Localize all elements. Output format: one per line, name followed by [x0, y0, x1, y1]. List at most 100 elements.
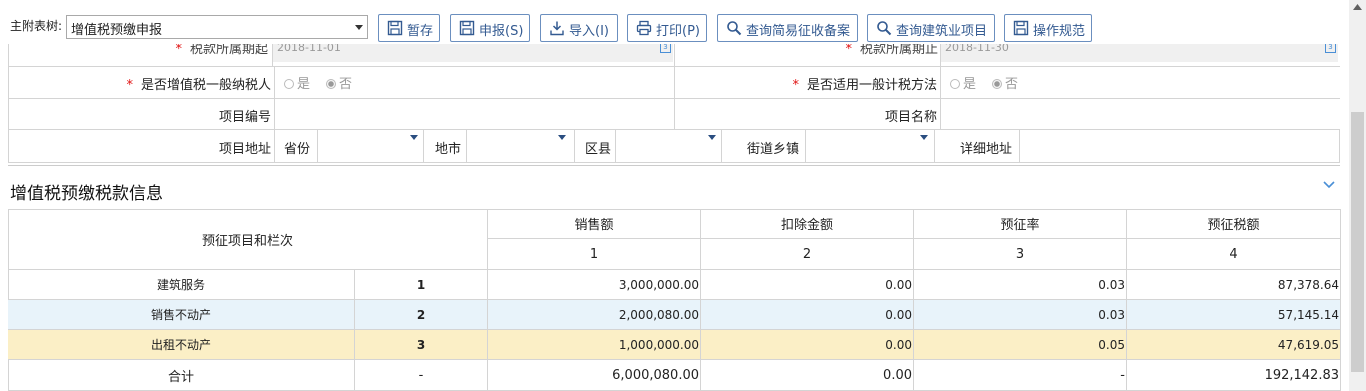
- chevron-down-icon: [558, 135, 566, 140]
- chevron-down-icon: [355, 25, 363, 30]
- city-select[interactable]: [467, 130, 570, 160]
- city-label: 地市: [435, 142, 462, 157]
- column-header-rate: 预征率: [914, 209, 1127, 239]
- section-divider: [8, 165, 1340, 166]
- general-taxpayer-no-radio[interactable]: 否: [326, 73, 352, 92]
- project-info-row: 项目编号 项目名称: [8, 98, 1340, 130]
- toolbar: 主附表树: 增值税预缴申报 暂存 申报(S) 导入(I) 打印(P) 查询简易征…: [0, 0, 1366, 44]
- section-title: 增值税预缴税款信息: [10, 184, 163, 204]
- rate-value: 0.05: [914, 330, 1127, 360]
- total-tax: 192,142.83: [1127, 360, 1341, 391]
- radio-icon: [284, 79, 294, 89]
- period-end-label: * 税款所属期止: [845, 44, 938, 57]
- province-select[interactable]: [318, 130, 422, 160]
- general-taxpayer-yes-radio[interactable]: 是: [284, 73, 310, 92]
- save-button[interactable]: 暂存: [378, 14, 440, 42]
- project-name-label: 项目名称: [884, 110, 937, 125]
- detail-address-input[interactable]: [1020, 130, 1338, 160]
- save-button-label: 暂存: [407, 24, 434, 39]
- import-button[interactable]: 导入(I): [540, 14, 618, 42]
- tax-value: 57,145.14: [1127, 300, 1341, 330]
- prepaid-tax-table: 预征项目和栏次 销售额 扣除金额 预征率 预征税额 1 2 3 4 建筑服务 1…: [8, 209, 1341, 391]
- street-label: 街道乡镇: [747, 142, 800, 157]
- chevron-down-icon: [920, 135, 928, 140]
- column-number-3: 3: [914, 239, 1127, 270]
- column-header-sales: 销售额: [488, 209, 701, 239]
- period-start-label: * 税款所属期起: [175, 44, 268, 57]
- project-no-input[interactable]: [275, 99, 673, 127]
- print-button-label: 打印(P): [656, 24, 700, 39]
- general-taxpayer-label: * 是否增值税一般纳税人: [126, 78, 271, 93]
- taxpayer-type-row: * 是否增值税一般纳税人 是 否 * 是否适用一般计税方法 是 否: [8, 66, 1340, 99]
- deduction-input[interactable]: 0.00: [701, 270, 914, 300]
- deduction-input[interactable]: 0.00: [701, 300, 914, 330]
- tax-value: 47,619.05: [1127, 330, 1341, 360]
- guide-button-label: 操作规范: [1033, 24, 1086, 39]
- chevron-down-icon[interactable]: [1322, 180, 1336, 190]
- detail-address-label: 详细地址: [960, 142, 1013, 157]
- general-method-label: * 是否适用一般计税方法: [792, 78, 937, 93]
- search-icon: [877, 21, 892, 36]
- district-select[interactable]: [616, 130, 720, 160]
- total-rate: -: [914, 360, 1127, 391]
- guide-button[interactable]: 操作规范: [1004, 14, 1092, 42]
- column-number-4: 4: [1127, 239, 1341, 270]
- sales-input[interactable]: 1,000,000.00: [488, 330, 701, 360]
- print-button[interactable]: 打印(P): [627, 14, 707, 42]
- total-number: -: [355, 360, 488, 391]
- rate-value: 0.03: [914, 300, 1127, 330]
- radio-icon: [950, 79, 960, 89]
- query-construction-button[interactable]: 查询建筑业项目: [867, 14, 995, 42]
- district-label: 区县: [585, 142, 612, 157]
- general-method-no-radio[interactable]: 否: [992, 73, 1018, 92]
- total-deduction: 0.00: [701, 360, 914, 391]
- street-select[interactable]: [806, 130, 932, 160]
- rate-value: 0.03: [914, 270, 1127, 300]
- calendar-icon[interactable]: 3: [660, 44, 671, 53]
- general-method-yes-radio[interactable]: 是: [950, 73, 976, 92]
- submit-button-label: 申报(S): [479, 24, 524, 39]
- deduction-input[interactable]: 0.00: [701, 330, 914, 360]
- chevron-down-icon: [410, 135, 418, 140]
- column-number-2: 2: [701, 239, 914, 270]
- floppy-disk-icon: [1013, 20, 1029, 36]
- sales-input[interactable]: 2,000,080.00: [488, 300, 701, 330]
- query-simple-levy-label: 查询简易征收备案: [746, 24, 851, 39]
- printer-icon: [636, 20, 652, 36]
- floppy-disk-icon: [459, 20, 475, 36]
- submit-button[interactable]: 申报(S): [450, 14, 530, 42]
- form-tree-select[interactable]: 增值税预缴申报: [66, 15, 368, 39]
- column-header-deduction: 扣除金额: [701, 209, 914, 239]
- row-number: 2: [355, 300, 488, 330]
- period-row: * 税款所属期起 2018-11-01 3 * 税款所属期止 2018-11-30 3: [8, 44, 1340, 67]
- row-name: 销售不动产: [8, 300, 355, 330]
- project-address-label: 项目地址: [218, 142, 271, 157]
- column-header-item: 预征项目和栏次: [8, 209, 488, 270]
- radio-selected-icon: [326, 79, 336, 89]
- row-name: 建筑服务: [8, 270, 355, 300]
- search-icon: [727, 21, 742, 36]
- radio-selected-icon: [992, 79, 1002, 89]
- calendar-icon[interactable]: 3: [1325, 44, 1336, 53]
- row-number: 1: [355, 270, 488, 300]
- import-download-icon: [550, 21, 564, 36]
- query-simple-levy-button[interactable]: 查询简易征收备案: [717, 14, 858, 42]
- column-number-1: 1: [488, 239, 701, 270]
- chevron-down-icon: [708, 135, 716, 140]
- project-name-input[interactable]: [941, 99, 1339, 127]
- import-button-label: 导入(I): [569, 24, 609, 39]
- period-start-field: 2018-11-01 3: [273, 44, 673, 62]
- scroll-up-arrow-icon[interactable]: [1353, 4, 1362, 10]
- query-construction-label: 查询建筑业项目: [896, 24, 988, 39]
- sales-input[interactable]: 3,000,000.00: [488, 270, 701, 300]
- total-label: 合计: [8, 360, 355, 391]
- province-label: 省份: [284, 142, 311, 157]
- period-end-field: 2018-11-30 3: [941, 44, 1338, 62]
- form-tree-label: 主附表树:: [10, 19, 63, 33]
- form-tree-select-value: 增值税预缴申报: [71, 23, 163, 38]
- tax-value: 87,378.64: [1127, 270, 1341, 300]
- floppy-disk-icon: [387, 20, 403, 36]
- row-number: 3: [355, 330, 488, 360]
- project-address-row: 项目地址 省份 地市 区县 街道乡镇 详细地址: [8, 129, 1340, 163]
- scrollbar-thumb[interactable]: [1351, 112, 1364, 372]
